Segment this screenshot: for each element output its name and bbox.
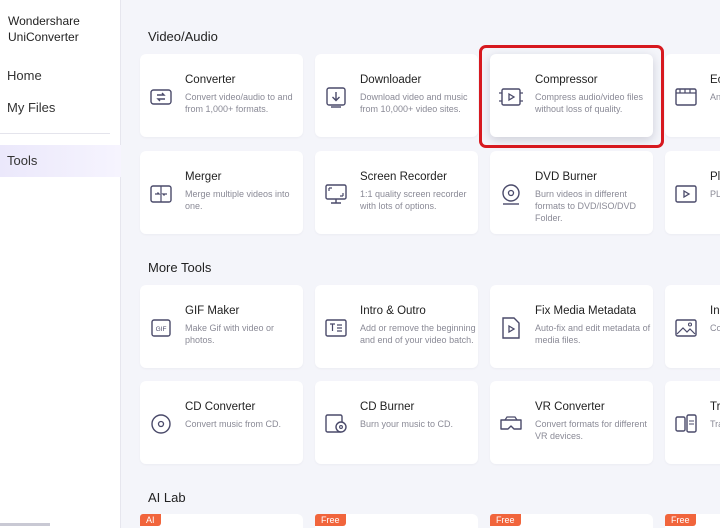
tool-title: Pl xyxy=(710,171,720,183)
highlight-box xyxy=(479,45,664,148)
tool-card-fix-media-metadata[interactable]: Fix Media Metadata Auto-fix and edit met… xyxy=(490,285,653,368)
tool-card-vr-converter[interactable]: VR Converter Convert formats for differe… xyxy=(490,381,653,464)
transfer-icon xyxy=(675,414,697,433)
tool-desc: Burn videos in different formats to DVD/… xyxy=(535,189,637,223)
section-title-video-audio: Video/Audio xyxy=(148,29,218,44)
editor-icon xyxy=(675,88,697,106)
converter-icon xyxy=(150,89,172,105)
tool-desc: Merge multiple videos into one. xyxy=(185,189,290,211)
tool-title: Downloader xyxy=(360,74,422,86)
tool-title: Merger xyxy=(185,171,222,183)
merger-icon xyxy=(150,185,172,203)
tool-card-merger[interactable]: Merger Merge multiple videos into one. xyxy=(140,151,303,234)
app-title-line1: Wondershare xyxy=(8,14,80,28)
metadata-icon xyxy=(502,317,520,339)
screen-recorder-icon xyxy=(325,184,347,204)
app-title: Wondershare UniConverter xyxy=(8,13,80,45)
tool-desc: Burn your music to CD. xyxy=(360,419,454,429)
tool-desc: Convert music from CD. xyxy=(185,419,282,429)
sidebar: Wondershare UniConverter Home My Files T… xyxy=(0,0,121,528)
sidebar-item-my-files[interactable]: My Files xyxy=(0,92,121,124)
tools-panel: Video/Audio Converter Convert video/audi… xyxy=(122,0,720,528)
tool-title: GIF Maker xyxy=(185,305,240,317)
tool-title: CD Converter xyxy=(185,401,256,413)
intro-outro-icon xyxy=(325,319,347,337)
section-title-more-tools: More Tools xyxy=(148,260,212,275)
tool-card-cd-burner[interactable]: CD Burner Burn your music to CD. xyxy=(315,381,478,464)
tool-title: Tr xyxy=(710,401,720,413)
sidebar-item-home[interactable]: Home xyxy=(0,60,121,92)
svg-text:GIF: GIF xyxy=(156,326,167,333)
tool-card-cd-converter[interactable]: CD Converter Convert music from CD. xyxy=(140,381,303,464)
tool-title: VR Converter xyxy=(535,401,605,413)
free-badge: Free xyxy=(665,514,696,526)
tool-card-transfer-partial[interactable]: Tr Tra de xyxy=(665,381,720,464)
tool-title: DVD Burner xyxy=(535,171,597,183)
tool-card-gif-maker[interactable]: GIF GIF Maker Make Gif with video or pho… xyxy=(140,285,303,368)
sidebar-footer-fragment xyxy=(0,520,60,528)
tool-card-player-partial[interactable]: Pl PL vid xyxy=(665,151,720,234)
tool-title: Converter xyxy=(185,74,236,86)
free-badge: Free xyxy=(490,514,521,526)
tool-desc: Add or remove the beginning and end of y… xyxy=(360,323,476,345)
free-badge: Free xyxy=(315,514,346,526)
tool-desc: An ed tim xyxy=(710,92,720,102)
tool-title: CD Burner xyxy=(360,401,415,413)
ai-lab-card[interactable]: Free xyxy=(490,514,653,528)
ai-badge: AI xyxy=(140,514,161,526)
tool-title: Ec xyxy=(710,74,720,86)
app-title-line2: UniConverter xyxy=(8,30,79,44)
player-icon xyxy=(675,185,697,203)
tool-title: Fix Media Metadata xyxy=(535,305,636,317)
tool-desc: Auto-fix and edit metadata of media file… xyxy=(535,323,651,345)
tool-desc: Convert video/audio to and from 1,000+ f… xyxy=(185,92,293,114)
tool-card-editor-partial[interactable]: Ec An ed tim xyxy=(665,54,720,137)
tool-desc: PL vid xyxy=(710,189,720,199)
ai-lab-card[interactable]: Free xyxy=(315,514,478,528)
cd-burner-icon xyxy=(325,414,347,433)
tool-title: Intro & Outro xyxy=(360,305,426,317)
tool-title: In xyxy=(710,305,720,317)
downloader-icon xyxy=(326,87,346,108)
ai-lab-card[interactable]: Free xyxy=(665,514,720,528)
sidebar-divider xyxy=(0,133,110,134)
sidebar-item-tools[interactable]: Tools xyxy=(0,145,121,177)
tool-desc: Make Gif with video or photos. xyxy=(185,323,275,345)
tool-card-screen-recorder[interactable]: Screen Recorder 1:1 quality screen recor… xyxy=(315,151,478,234)
dvd-burner-icon xyxy=(502,184,520,205)
tool-card-dvd-burner[interactable]: DVD Burner Burn videos in different form… xyxy=(490,151,653,234)
ai-lab-card[interactable]: AI xyxy=(140,514,303,528)
tool-title: Screen Recorder xyxy=(360,171,447,183)
image-icon xyxy=(675,319,697,337)
tool-desc: Co xyxy=(710,323,720,333)
tool-desc: Download video and music from 10,000+ vi… xyxy=(360,92,468,114)
vr-icon xyxy=(500,416,522,430)
tool-desc: Tra de xyxy=(710,419,720,429)
section-title-ai-lab: AI Lab xyxy=(148,490,186,505)
tool-card-converter[interactable]: Converter Convert video/audio to and fro… xyxy=(140,54,303,137)
tool-card-image-converter-partial[interactable]: In Co xyxy=(665,285,720,368)
tool-desc: Convert formats for different VR devices… xyxy=(535,419,647,441)
tool-card-downloader[interactable]: Downloader Download video and music from… xyxy=(315,54,478,137)
gif-icon: GIF xyxy=(151,319,171,337)
tool-desc: 1:1 quality screen recorder with lots of… xyxy=(360,189,467,211)
tool-card-intro-outro[interactable]: Intro & Outro Add or remove the beginnin… xyxy=(315,285,478,368)
cd-converter-icon xyxy=(151,414,171,434)
